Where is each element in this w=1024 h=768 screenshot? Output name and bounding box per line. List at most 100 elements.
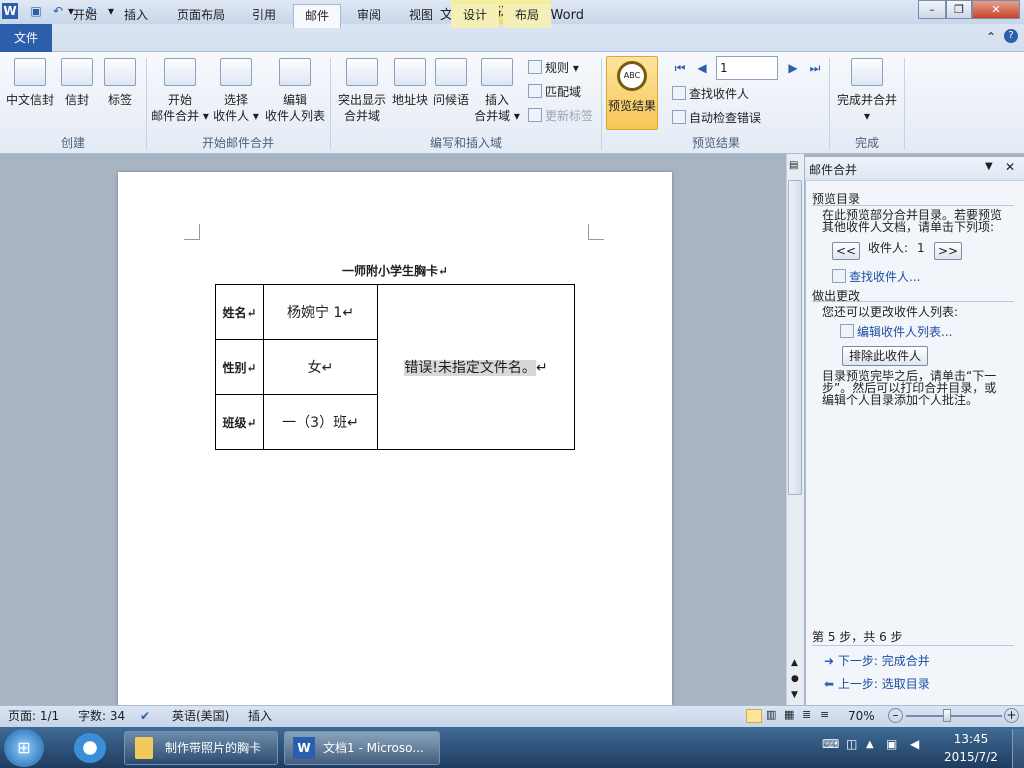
picture-field-error[interactable]: 错误!未指定文件名。 (404, 360, 536, 376)
tab-design[interactable]: 设计 (451, 4, 499, 28)
greeting-line-button[interactable]: 问候语 (432, 58, 470, 108)
table-cell-value[interactable]: 杨婉宁 1↵ (263, 284, 378, 340)
ribbon-tab-bar (0, 24, 1024, 52)
language-status[interactable]: 英语(美国) (172, 705, 229, 727)
tab-file[interactable]: 文件 (0, 24, 52, 52)
previous-record-icon[interactable]: ◀ (695, 61, 709, 75)
previous-recipient-button[interactable]: << (832, 242, 860, 260)
tab-review[interactable]: 审阅 (345, 4, 393, 28)
tab-layout[interactable]: 布局 (503, 4, 551, 28)
volume-icon[interactable]: ◀ (910, 737, 919, 751)
pane-close-icon[interactable]: ✕ (1005, 160, 1015, 174)
finish-merge-button[interactable]: 完成并合并 ▾ (834, 58, 900, 124)
tab-mailings[interactable]: 邮件 (293, 4, 341, 28)
link-text: 编辑收件人列表... (857, 325, 953, 339)
next-recipient-button[interactable]: >> (934, 242, 962, 260)
scrollbar-thumb[interactable] (788, 180, 802, 495)
print-layout-view-icon[interactable] (746, 709, 762, 723)
next-page-icon[interactable]: ▼ (791, 690, 798, 700)
select-recipients-button[interactable]: 选择 收件人 ▾ (210, 58, 262, 124)
show-desktop-button[interactable] (1012, 729, 1024, 768)
edit-recipient-list-button[interactable]: 编辑 收件人列表 (264, 58, 326, 124)
edit-list-icon (840, 324, 854, 338)
ruler-toggle-icon[interactable]: ▤ (789, 160, 798, 171)
student-card-table[interactable]: 姓名↵ 杨婉宁 1↵ 错误!未指定文件名。↵ 性别↵ 女↵ 班级↵ 一（3）班↵ (215, 284, 575, 450)
outline-view-icon[interactable]: ≣ (802, 708, 811, 721)
button-label: 自动检查错误 (689, 111, 762, 125)
draft-view-icon[interactable]: ≡ (820, 708, 829, 721)
edit-recipient-list-link[interactable]: 编辑收件人列表... (840, 323, 952, 340)
tab-references[interactable]: 引用 (240, 4, 288, 28)
keyboard-icon[interactable]: ⌨ (822, 737, 839, 751)
paragraph-mark: ↵ (246, 305, 257, 320)
zoom-level[interactable]: 70% (848, 705, 875, 727)
button-label: 突出显示 (337, 93, 386, 107)
previous-step-link[interactable]: ⬅ 上一步: 选取目录 (824, 675, 930, 692)
page-count-status[interactable]: 页面: 1/1 (8, 705, 59, 727)
zoom-slider[interactable] (906, 715, 1002, 717)
tab-view[interactable]: 视图 (397, 4, 445, 28)
show-hidden-icons[interactable]: ▲ (866, 739, 874, 750)
reading-view-icon[interactable]: ▥ (766, 708, 776, 721)
insert-mode-status[interactable]: 插入 (248, 705, 272, 727)
group-label-write-insert: 编写和插入域 (429, 136, 502, 150)
proofing-icon[interactable]: ✔ (140, 705, 150, 727)
auto-check-errors-button[interactable]: 自动检查错误 (672, 108, 761, 128)
tab-page-layout[interactable]: 页面布局 (166, 4, 236, 28)
clock-date[interactable]: 2015/7/2 (938, 750, 1004, 764)
exclude-recipient-button[interactable]: 排除此收件人 (842, 346, 928, 366)
update-labels-button[interactable]: 更新标签 (528, 106, 593, 126)
last-record-icon[interactable]: ⏭ (808, 61, 822, 75)
table-cell-label[interactable]: 班级↵ (215, 394, 264, 450)
quicktime-icon[interactable] (74, 733, 106, 763)
web-layout-icon[interactable]: ▦ (784, 708, 794, 721)
button-label: 预览结果 (607, 99, 656, 113)
cell-text: 班级 (222, 415, 247, 430)
next-step-link[interactable]: ➜ 下一步: 完成合并 (824, 652, 930, 669)
address-block-button[interactable]: 地址块 (390, 58, 430, 108)
labels-button[interactable]: 标签 (100, 58, 140, 108)
minimize-button[interactable]: – (918, 0, 946, 19)
recipient-label: 收件人: (868, 241, 909, 255)
find-recipient-button[interactable]: 查找收件人 (672, 84, 749, 104)
link-text: 查找收件人... (849, 270, 921, 284)
record-number-input[interactable]: 1 (716, 56, 778, 80)
help-icon[interactable]: ? (1004, 29, 1018, 43)
network-icon[interactable]: ▣ (886, 737, 897, 751)
table-cell-value[interactable]: 女↵ (263, 339, 378, 395)
find-recipient-link[interactable]: 查找收件人... (832, 268, 920, 285)
first-record-icon[interactable]: ⏮ (673, 61, 687, 75)
close-button[interactable]: ✕ (972, 0, 1020, 19)
next-record-icon[interactable]: ▶ (786, 61, 800, 75)
ime-icon[interactable]: ◫ (846, 737, 857, 751)
zoom-in-icon[interactable]: + (1004, 708, 1019, 723)
previous-page-icon[interactable]: ▲ (791, 658, 798, 668)
maximize-button[interactable]: ❐ (946, 0, 972, 19)
recipient-number: 1 (917, 241, 925, 255)
envelope-button[interactable]: 信封 (60, 58, 94, 108)
word-count-status[interactable]: 字数: 34 (78, 705, 125, 727)
clock-time[interactable]: 13:45 (938, 732, 1004, 746)
match-fields-button[interactable]: 匹配域 (528, 82, 581, 102)
ribbon-minimize-icon[interactable]: ⌃ (986, 30, 996, 44)
zoom-slider-thumb[interactable] (942, 709, 951, 722)
button-label: 规则 ▾ (545, 61, 579, 75)
taskbar-folder-item[interactable]: 制作带照片的胸卡 (124, 731, 278, 765)
start-mail-merge-button[interactable]: 开始 邮件合并 ▾ (150, 58, 210, 124)
start-button-icon[interactable]: ⊞ (4, 729, 44, 767)
chinese-envelope-button[interactable]: 中文信封 (4, 58, 56, 108)
pane-menu-icon[interactable]: ▼ (985, 161, 993, 172)
highlight-merge-fields-button[interactable]: 突出显示 合并域 (334, 58, 390, 124)
preview-results-button[interactable]: ABC 预览结果 (606, 56, 658, 130)
insert-merge-field-button[interactable]: 插入 合并域 ▾ (472, 58, 522, 124)
table-cell-value[interactable]: 一（3）班↵ (263, 394, 378, 450)
browse-object-icon[interactable]: ● (791, 674, 799, 684)
tab-home[interactable]: 开始 (60, 4, 110, 28)
taskbar-word-item[interactable]: W 文档1 - Microso... (284, 731, 440, 765)
table-cell-label[interactable]: 姓名↵ (215, 284, 264, 340)
table-cell-label[interactable]: 性别↵ (215, 339, 264, 395)
photo-cell[interactable]: 错误!未指定文件名。↵ (377, 284, 575, 450)
tab-insert[interactable]: 插入 (112, 4, 160, 28)
rules-button[interactable]: 规则 ▾ (528, 58, 579, 78)
zoom-out-icon[interactable]: – (888, 708, 903, 723)
